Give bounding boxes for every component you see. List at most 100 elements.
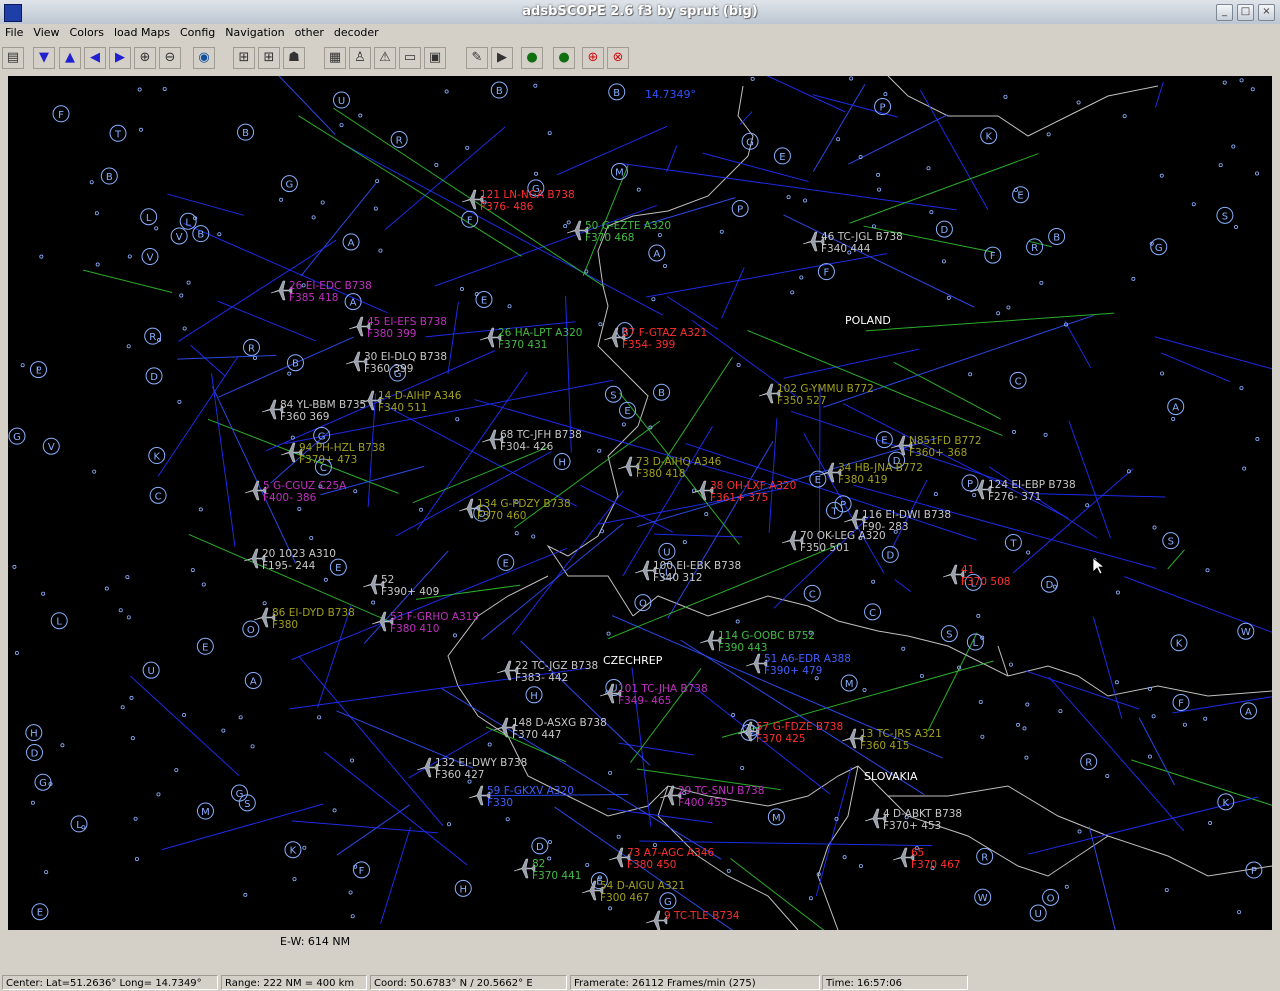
menu-load-maps[interactable]: load Maps (109, 24, 175, 41)
waypoint-dot (1043, 432, 1048, 437)
aircraft-flight-level: F380 419 (838, 474, 887, 486)
airport-letter-icon: K (153, 452, 160, 463)
track-line (894, 579, 912, 593)
aircraft-label: 87 F-GTAZ A321 (622, 327, 707, 339)
waypoint-dot (1151, 714, 1156, 719)
aircraft-label: 46 TC-JGL B738 (821, 231, 903, 243)
waypoint-dot (1182, 722, 1187, 727)
airport-letter-icon: C (809, 589, 816, 600)
maximize-button[interactable]: □ (1237, 4, 1254, 21)
aircraft-flight-level: F370 467 (911, 859, 960, 871)
waypoint-dot (89, 180, 94, 185)
track-line (666, 296, 719, 330)
waypoint-dot (883, 92, 888, 97)
track-line (157, 357, 238, 477)
arrow-left-icon[interactable]: ◀ (84, 47, 106, 69)
track-line (190, 344, 226, 377)
waypoint-dot (1203, 716, 1208, 721)
track-line (608, 543, 842, 640)
menu-file[interactable]: File (0, 24, 28, 41)
people-icon[interactable]: ☗ (283, 47, 305, 69)
aircraft-flight-level: F370 460 (477, 510, 526, 522)
waypoint-dot (585, 862, 590, 867)
aircraft-flight-level: F380 399 (367, 328, 416, 340)
waypoint-dot (1077, 829, 1082, 834)
aircraft-label: 65 (911, 847, 924, 859)
waypoint-dot (104, 586, 109, 591)
waypoint-dot (858, 863, 863, 868)
waypoint-dot (339, 123, 344, 128)
close-button[interactable]: × (1258, 4, 1275, 21)
airport-letter-icon: F (1178, 698, 1184, 709)
airport-letter-icon: G (1155, 243, 1163, 254)
menu-other[interactable]: other (290, 24, 329, 41)
play-icon[interactable]: ▶ (491, 47, 513, 69)
zoom-out-icon[interactable]: ⊖ (159, 47, 181, 69)
menu-colors[interactable]: Colors (65, 24, 109, 41)
map-canvas[interactable]: BDGGLGLRSADOFEDPBLVPVKSAMWUHTCRCDDLGWSSF… (8, 76, 1272, 930)
network-icon[interactable]: ⊞ (233, 47, 255, 69)
track-line (130, 675, 240, 776)
aircraft-label: 30 EI-DLQ B738 (364, 351, 447, 363)
menu-view[interactable]: View (28, 24, 64, 41)
country-label: POLAND (845, 314, 891, 327)
waypoint-dot (534, 171, 539, 176)
airport-letter-icon: H (530, 691, 538, 702)
arrow-up-icon[interactable]: ▲ (59, 47, 81, 69)
aircraft-label: 5 G-CGUZ C25A (263, 480, 347, 492)
track-line (865, 312, 1115, 332)
airport-letter-icon: A (1172, 403, 1179, 414)
tools-icon[interactable]: ✎ (466, 47, 488, 69)
table-icon[interactable]: ▤ (2, 47, 24, 69)
record-dot2-icon[interactable]: ● (553, 47, 575, 69)
monitor-icon[interactable]: ▣ (424, 47, 446, 69)
aircraft-label: 132 EI-DWY B738 (435, 757, 527, 769)
waypoint-dot (1191, 202, 1196, 207)
waypoint-dot (419, 507, 424, 512)
track-line (1064, 320, 1092, 369)
chart-icon[interactable]: ▦ (324, 47, 346, 69)
aircraft-flight-level: F361+ 375 (710, 492, 768, 504)
waypoint-dot (177, 399, 182, 404)
airport-letter-icon: P (737, 204, 743, 215)
airport-letter-icon: E (37, 908, 43, 919)
track-line (1131, 759, 1272, 806)
document-icon[interactable]: ▭ (399, 47, 421, 69)
target2-icon[interactable]: ⊗ (607, 47, 629, 69)
radar-map[interactable]: BDGGLGLRSADOFEDPBLVPVKSAMWUHTCRCDDLGWSSF… (8, 76, 1272, 930)
aircraft-label: 45 EI-EFS B738 (367, 316, 447, 328)
waypoint-dot (933, 492, 938, 497)
track-line (291, 820, 439, 834)
waypoint-dot (1064, 884, 1069, 889)
airport-letter-icon: U (1035, 909, 1042, 920)
zoom-in-icon[interactable]: ⊕ (134, 47, 156, 69)
target-icon[interactable]: ⊕ (582, 47, 604, 69)
airport-letter-icon: S (610, 390, 616, 401)
airport-letter-icon: R (1031, 243, 1038, 254)
waypoint-dot (1250, 87, 1255, 92)
waypoint-dot (238, 715, 243, 720)
record-dot-icon[interactable]: ● (521, 47, 543, 69)
network2-icon[interactable]: ⊞ (258, 47, 280, 69)
arrow-right-icon[interactable]: ▶ (109, 47, 131, 69)
minimize-button[interactable]: _ (1216, 4, 1233, 21)
aircraft-label: 70 OK-LEG A320 (800, 530, 886, 542)
airport-letter-icon: G (318, 431, 326, 442)
waypoint-dot (375, 179, 380, 184)
airport-letter-icon: F (359, 866, 365, 877)
airport-letter-icon: E (624, 406, 630, 417)
menu-decoder[interactable]: decoder (329, 24, 384, 41)
waypoint-dot (81, 825, 86, 830)
aircraft-flight-level: F349- 465 (618, 695, 671, 707)
waypoint-dot (1131, 276, 1136, 281)
airport-letter-icon: H (459, 884, 467, 895)
globe-icon[interactable]: ◉ (193, 47, 215, 69)
airport-letter-icon: R (248, 343, 255, 354)
menu-navigation[interactable]: Navigation (220, 24, 289, 41)
menu-config[interactable]: Config (175, 24, 220, 41)
aircraft-flight-level: F360 427 (435, 769, 484, 781)
person-icon[interactable]: ♙ (349, 47, 371, 69)
waypoint-dot (719, 229, 724, 234)
arrow-down-icon[interactable]: ▼ (33, 47, 55, 69)
warning-icon[interactable]: ⚠ (374, 47, 396, 69)
